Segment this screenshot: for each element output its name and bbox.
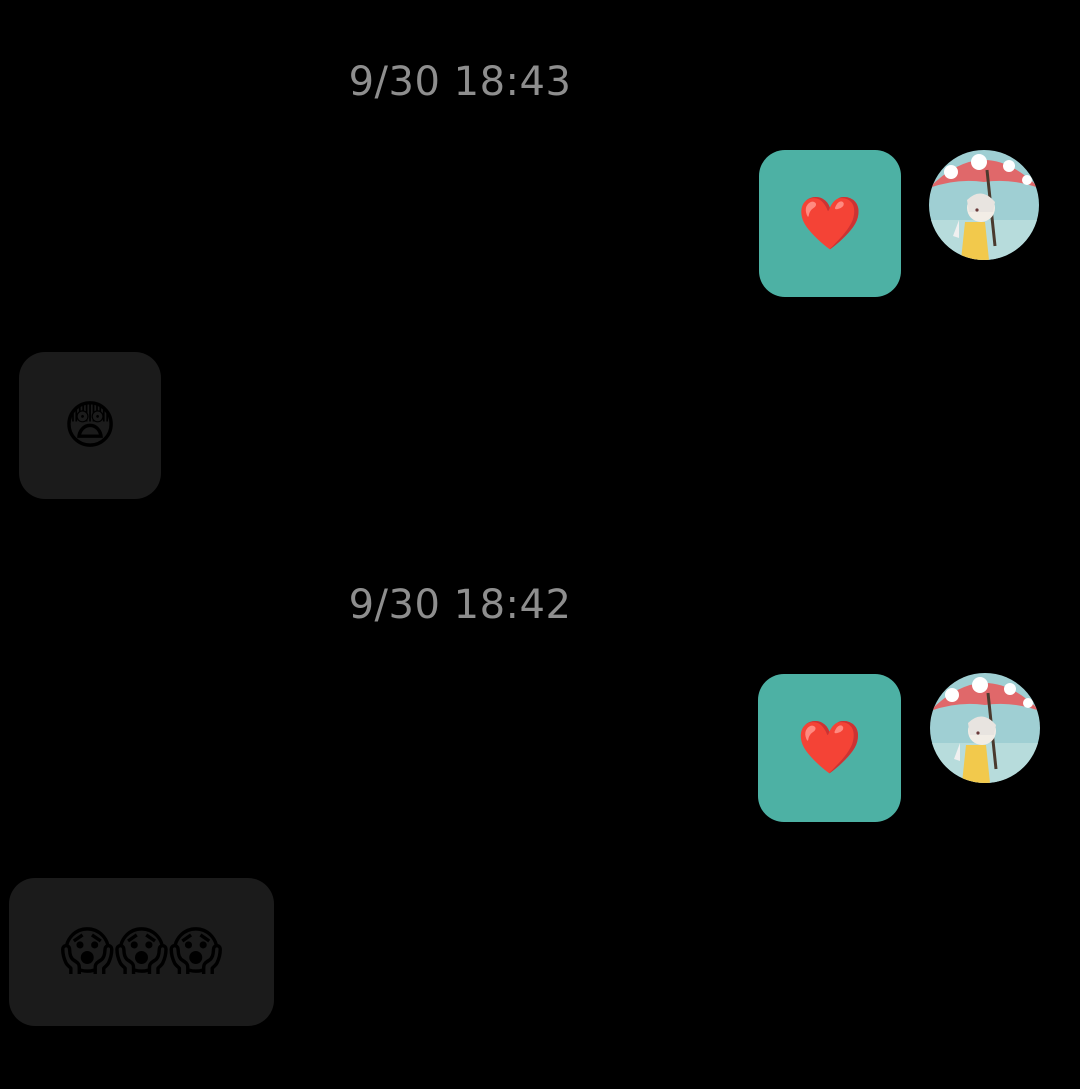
avatar-girl-umbrella-icon	[929, 150, 1039, 260]
received-message-bubble[interactable]: 😨	[19, 352, 161, 499]
timestamp: 9/30 18:43	[348, 59, 572, 105]
heart-emoji: ❤️	[797, 718, 862, 778]
user-avatar[interactable]	[930, 673, 1040, 783]
user-avatar[interactable]	[929, 150, 1039, 260]
sent-message-bubble[interactable]: ❤️	[758, 674, 901, 822]
fearful-face-emoji: 😨	[62, 395, 118, 456]
avatar-girl-umbrella-icon	[930, 673, 1040, 783]
screaming-face-emojis: 😱😱😱	[60, 922, 223, 982]
sent-message-bubble[interactable]: ❤️	[759, 150, 901, 297]
received-message-bubble[interactable]: 😱😱😱	[9, 878, 274, 1026]
heart-emoji: ❤️	[797, 193, 863, 254]
timestamp: 9/30 18:42	[348, 582, 572, 628]
